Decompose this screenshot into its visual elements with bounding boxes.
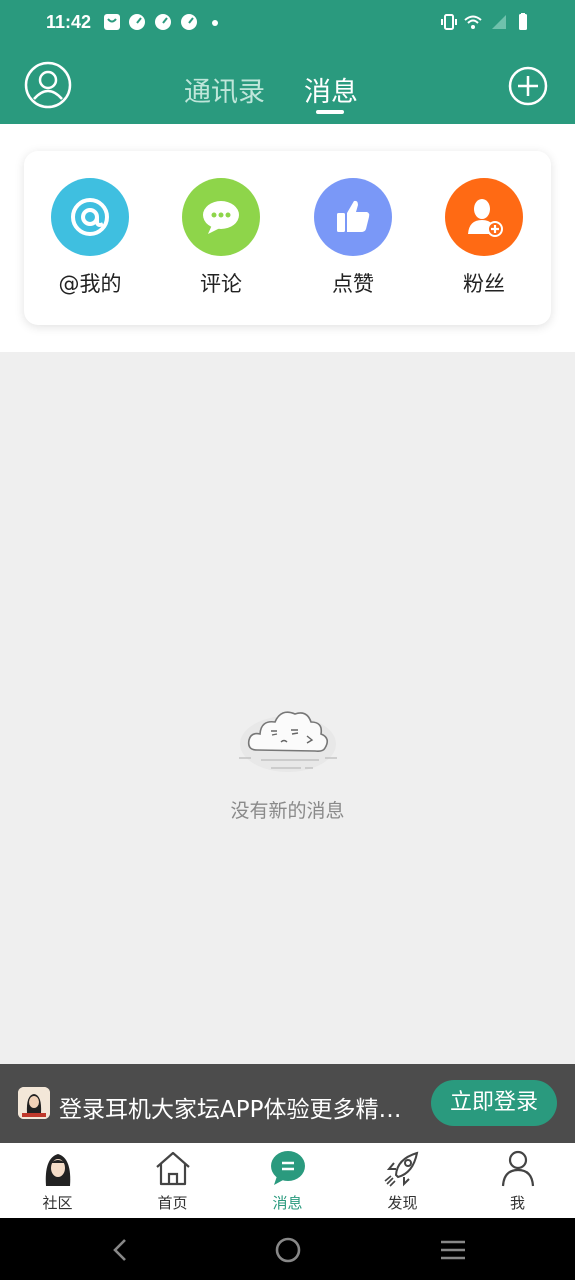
shortcut-comments[interactable]: 评论 <box>171 178 271 298</box>
shortcut-likes[interactable]: 点赞 <box>303 178 403 298</box>
empty-state: 没有新的消息 <box>0 700 575 823</box>
back-icon[interactable] <box>106 1235 136 1265</box>
comment-icon <box>182 178 260 256</box>
speed-icon <box>181 14 197 30</box>
nav-label: 发现 <box>387 1194 418 1212</box>
nav-item-home[interactable]: 首页 <box>115 1143 230 1218</box>
empty-state-text: 没有新的消息 <box>230 800 345 822</box>
menu-icon[interactable] <box>438 1235 468 1265</box>
top-app-bar: 通讯录 消息 <box>0 48 575 124</box>
active-tab-indicator <box>316 110 344 114</box>
vibrate-icon <box>441 14 457 30</box>
shortcut-label: 粉丝 <box>463 272 505 296</box>
app-logo-icon <box>18 1087 50 1119</box>
at-icon <box>51 178 129 256</box>
nav-label: 我 <box>509 1194 525 1212</box>
nav-item-profile[interactable]: 我 <box>460 1143 575 1218</box>
shortcut-label: 评论 <box>200 272 242 296</box>
speed-icon <box>129 14 145 30</box>
status-bar: 11:42 <box>0 0 575 48</box>
home-icon <box>156 1151 190 1186</box>
home-circle-icon[interactable] <box>273 1235 303 1265</box>
system-navigation-bar <box>0 1218 575 1280</box>
notification-icon <box>104 14 120 30</box>
shortcut-card: @我的 评论 点赞 粉丝 <box>24 151 551 325</box>
status-time: 11:42 <box>46 12 92 32</box>
login-banner: 登录耳机大家坛APP体验更多精彩内容 立即登录 <box>0 1064 575 1143</box>
login-banner-text: 登录耳机大家坛APP体验更多精彩内容 <box>59 1097 421 1123</box>
bottom-navigation: 社区 首页 消息 发现 我 <box>0 1143 575 1218</box>
cloud-illustration <box>238 711 337 772</box>
nav-item-messages[interactable]: 消息 <box>230 1143 345 1218</box>
community-icon <box>45 1154 71 1186</box>
wifi-icon <box>464 15 482 29</box>
thumbs-up-icon <box>314 178 392 256</box>
nav-item-community[interactable]: 社区 <box>0 1143 115 1218</box>
rocket-icon <box>384 1151 419 1187</box>
shortcut-fans[interactable]: 粉丝 <box>434 178 534 298</box>
tab-messages[interactable]: 消息 <box>304 70 358 109</box>
login-now-button[interactable]: 立即登录 <box>431 1080 557 1126</box>
shortcut-at-me[interactable]: @我的 <box>40 178 140 298</box>
nav-label: 消息 <box>272 1194 303 1212</box>
more-notifications-dot <box>212 20 218 26</box>
battery-icon <box>519 13 527 30</box>
fans-icon <box>445 178 523 256</box>
user-avatar-icon[interactable] <box>24 61 72 109</box>
shortcut-label: 点赞 <box>332 272 374 296</box>
nav-label: 首页 <box>157 1194 188 1212</box>
profile-icon <box>501 1150 535 1187</box>
signal-icon <box>492 15 506 29</box>
tab-contacts[interactable]: 通讯录 <box>184 70 265 109</box>
shortcut-label: @我的 <box>58 272 122 296</box>
nav-label: 社区 <box>42 1194 73 1212</box>
speed-icon <box>155 14 171 30</box>
nav-item-discover[interactable]: 发现 <box>345 1143 460 1218</box>
add-icon[interactable] <box>508 66 548 106</box>
message-icon <box>271 1151 305 1185</box>
